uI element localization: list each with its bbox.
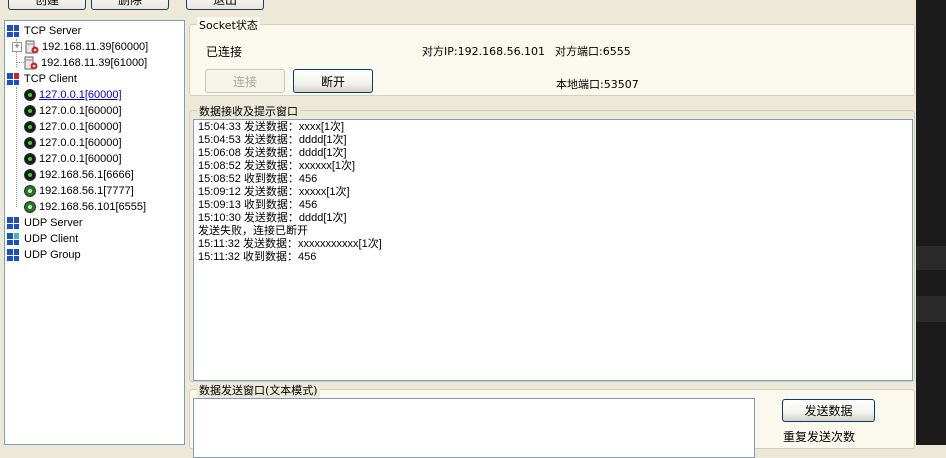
tree-node-label: TCP Client: [24, 73, 77, 85]
log-line: 15:11:32 发送数据：xxxxxxxxxxx[1次]: [198, 238, 382, 250]
tree-node-udp-client[interactable]: UDP Client: [7, 231, 78, 247]
send-group: 数据发送窗口(文本模式) 发送数据 重复发送次数: [189, 382, 915, 458]
tcp-server-group-icon: [7, 25, 19, 37]
tree-item-label: 192.168.11.39[60000]: [42, 41, 149, 53]
remote-ip: 对方IP:192.168.56.101: [422, 45, 546, 58]
receive-legend: 数据接收及提示窗口: [197, 103, 300, 119]
connection-status: 已连接: [206, 45, 243, 59]
tree-item-tcp-client[interactable]: 127.0.0.1[60000]: [24, 119, 122, 135]
client-connected-icon: [24, 137, 36, 149]
log-line: 15:09:13 收到数据：456: [198, 199, 318, 211]
tree-item-label: 192.168.56.101[6555]: [39, 201, 147, 213]
tree-item-tcp-client[interactable]: 127.0.0.1[60000]: [24, 103, 122, 119]
tree-item-label: 127.0.0.1[60000]: [39, 153, 122, 165]
log-line: 15:11:32 收到数据：456: [198, 251, 317, 263]
client-connected-icon: [24, 169, 36, 181]
tree-item-label: 192.168.11.39[61000]: [41, 57, 148, 69]
tree-item-label: 127.0.0.1[60000]: [39, 105, 122, 117]
client-connected-icon: [24, 121, 36, 133]
server-icon: [24, 56, 38, 70]
create-button[interactable]: 创建: [8, 0, 86, 10]
udp-server-group-icon: [7, 217, 19, 229]
disconnect-button[interactable]: 断开: [293, 69, 373, 93]
expand-icon[interactable]: +: [12, 42, 22, 52]
log-line: 15:04:53 发送数据：dddd[1次]: [198, 134, 347, 146]
receive-log[interactable]: 15:04:33 发送数据：xxxx[1次] 15:04:53 发送数据：ddd…: [193, 119, 913, 381]
log-line: 15:04:33 发送数据：xxxx[1次]: [198, 121, 345, 133]
tree-item-tcp-client[interactable]: 192.168.56.1[6666]: [24, 167, 134, 183]
tree-item-tcp-client[interactable]: 127.0.0.1[60000]: [24, 151, 122, 167]
tree-node-label: UDP Client: [24, 233, 79, 245]
tree-node-udp-group[interactable]: UDP Group: [7, 247, 81, 263]
main-panel: Socket状态 已连接 对方IP:192.168.56.101 对方端口:65…: [189, 17, 915, 458]
tree-item-tcp-client[interactable]: 192.168.56.1[7777]: [24, 183, 134, 199]
tree-item-tcp-client[interactable]: 127.0.0.1[60000]: [24, 87, 122, 103]
log-line: 15:09:12 发送数据：xxxxx[1次]: [198, 186, 350, 198]
socket-status-group: Socket状态 已连接 对方IP:192.168.56.101 对方端口:65…: [189, 17, 915, 96]
tree-node-tcp-client[interactable]: TCP Client: [7, 71, 77, 87]
local-port: 本地端口:53507: [556, 78, 639, 91]
log-line: 15:08:52 收到数据：456: [198, 173, 318, 185]
tree-item-tcp-client[interactable]: 127.0.0.1[60000]: [24, 135, 122, 151]
server-icon: [25, 40, 39, 54]
client-connected-icon: [24, 89, 36, 101]
tree-item-tcp-server[interactable]: 192.168.11.39[61000]: [24, 55, 147, 71]
udp-group-group-icon: [7, 249, 19, 261]
tree-node-label: TCP Server: [24, 25, 82, 37]
tree-node-label: UDP Server: [24, 217, 83, 229]
log-line: 15:08:52 发送数据：xxxxxx[1次]: [198, 160, 356, 172]
tree-item-label: 127.0.0.1[60000]: [39, 137, 122, 149]
tree-node-label: UDP Group: [24, 249, 81, 261]
log-line: 15:10:30 发送数据：dddd[1次]: [198, 212, 347, 224]
delete-button[interactable]: 删除: [91, 0, 169, 10]
send-legend: 数据发送窗口(文本模式): [197, 382, 320, 398]
exit-button[interactable]: 退出: [186, 0, 264, 10]
tree-item-label: 192.168.56.1[7777]: [39, 185, 134, 197]
client-connected-icon: [24, 105, 36, 117]
tree-node-tcp-server[interactable]: TCP Server: [7, 23, 81, 39]
remote-port: 对方端口:6555: [555, 45, 631, 58]
tcp-client-group-icon: [7, 73, 19, 85]
tree-item-tcp-client[interactable]: 192.168.56.101[6555]: [24, 199, 146, 215]
socket-status-legend: Socket状态: [197, 17, 260, 33]
tree-item-label: 192.168.56.1[6666]: [39, 169, 134, 181]
tree-item-label: 127.0.0.1[60000]: [39, 121, 122, 133]
repeat-count-label: 重复发送次数: [783, 430, 856, 444]
send-data-button[interactable]: 发送数据: [782, 399, 875, 422]
send-textarea[interactable]: [193, 398, 755, 458]
connection-tree[interactable]: TCP Server + 192.168.11.39[60000] 192.16…: [4, 20, 185, 445]
connect-button[interactable]: 连接: [205, 69, 285, 93]
tree-item-label: 127.0.0.1[60000]: [39, 89, 122, 101]
client-connected-icon: [24, 201, 36, 213]
client-connected-icon: [24, 185, 36, 197]
receive-group: 数据接收及提示窗口 15:04:33 发送数据：xxxx[1次] 15:04:5…: [189, 103, 915, 382]
client-connected-icon: [24, 153, 36, 165]
log-line: 15:06:08 发送数据：dddd[1次]: [198, 147, 347, 159]
log-line: 发送失败，连接已断开: [198, 225, 308, 237]
udp-client-group-icon: [7, 233, 19, 245]
tree-item-tcp-server[interactable]: + 192.168.11.39[60000]: [12, 39, 148, 55]
background-window-strip: [916, 0, 946, 445]
tree-node-udp-server[interactable]: UDP Server: [7, 215, 82, 231]
